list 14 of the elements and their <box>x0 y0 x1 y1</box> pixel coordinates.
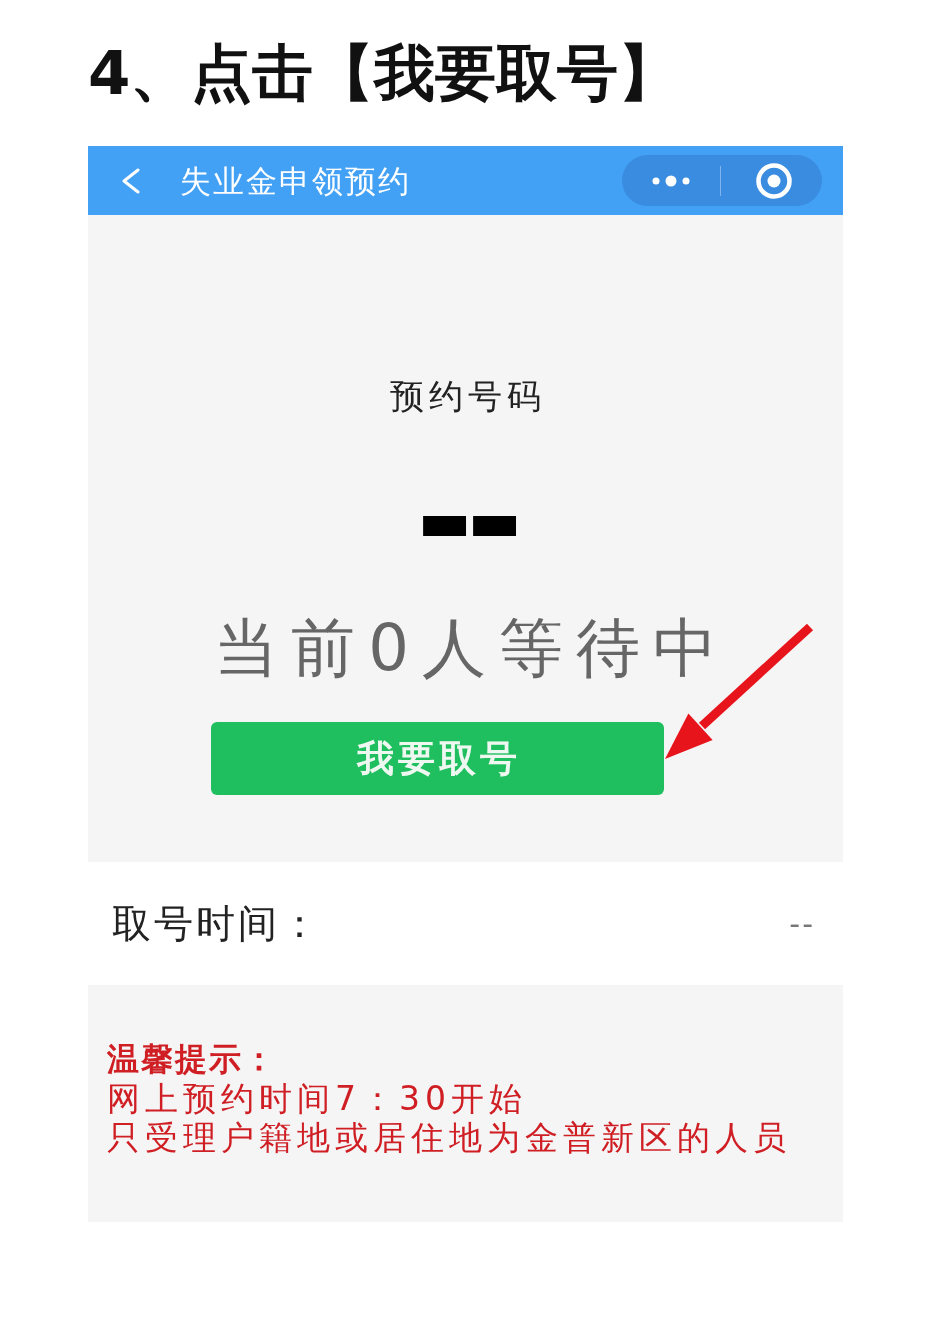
pickup-time-label: 取号时间： <box>112 899 322 948</box>
nav-title: 失业金申领预约 <box>180 161 411 201</box>
notice-line: 只受理户籍地或居住地为金普新区的人员 <box>107 1118 792 1157</box>
notice-title: 温馨提示： <box>107 1039 278 1079</box>
reservation-number: -- <box>415 489 516 549</box>
take-number-button[interactable]: 我要取号 <box>210 722 664 795</box>
more-icon[interactable] <box>652 174 690 187</box>
back-icon[interactable] <box>120 167 142 194</box>
circle-dot-icon[interactable] <box>755 161 793 200</box>
notice-line: 网上预约时间7：30开始 <box>107 1079 528 1118</box>
queue-status: 当前0人等待中 <box>213 610 730 686</box>
number-label: 预约号码 <box>389 375 546 417</box>
step-heading: 4、点击【我要取号】 <box>88 38 681 108</box>
pickup-time-value: -- <box>789 905 815 942</box>
